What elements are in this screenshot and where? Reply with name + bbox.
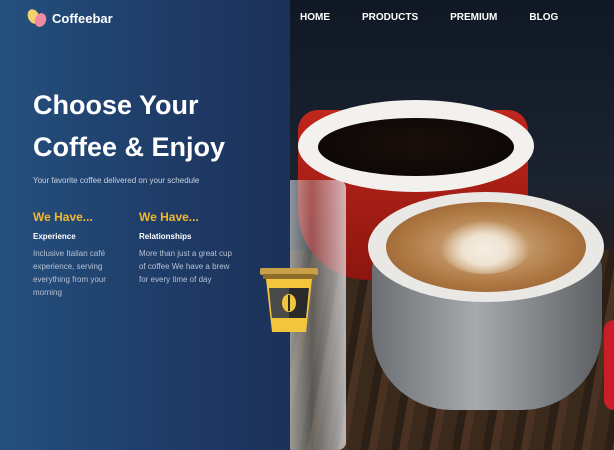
feature-label: Experience [33, 232, 76, 241]
feature-relationships: We Have... Relationships More than just … [139, 210, 239, 286]
nav-products[interactable]: PRODUCTS [362, 12, 418, 23]
feature-title: We Have... [33, 210, 93, 224]
hero-coffee-photo [290, 0, 614, 450]
hero-headline: Choose Your Coffee & Enjoy [33, 84, 283, 168]
feature-text: More than just a great cup of coffee We … [139, 249, 232, 284]
red-cup-edge [604, 320, 614, 410]
feature-title: We Have... [139, 210, 199, 224]
hero-subline: Your favorite coffee delivered on your s… [33, 176, 200, 185]
nav-premium[interactable]: PREMIUM [450, 12, 497, 23]
latte-art [440, 220, 530, 274]
nav-blog[interactable]: BLOG [529, 12, 558, 23]
coffee-beans-icon [25, 7, 49, 29]
top-navigation: Coffeebar HOME PRODUCTS PREMIUM BLOG [0, 0, 614, 36]
feature-experience: We Have... Experience Inclusive Italian … [33, 210, 133, 299]
nav-links: HOME PRODUCTS PREMIUM BLOG [300, 12, 558, 23]
black-coffee [318, 118, 514, 176]
feature-text: Inclusive Italian café experience, servi… [33, 249, 106, 297]
brand-name: Coffeebar [52, 10, 113, 26]
brand[interactable]: Coffeebar [25, 7, 113, 29]
headline-line-1: Choose Your [33, 90, 199, 120]
headline-line-2: Coffee & Enjoy [33, 132, 226, 162]
takeaway-coffee-cup-icon [260, 268, 320, 334]
nav-home[interactable]: HOME [300, 12, 330, 23]
feature-label: Relationships [139, 232, 192, 241]
